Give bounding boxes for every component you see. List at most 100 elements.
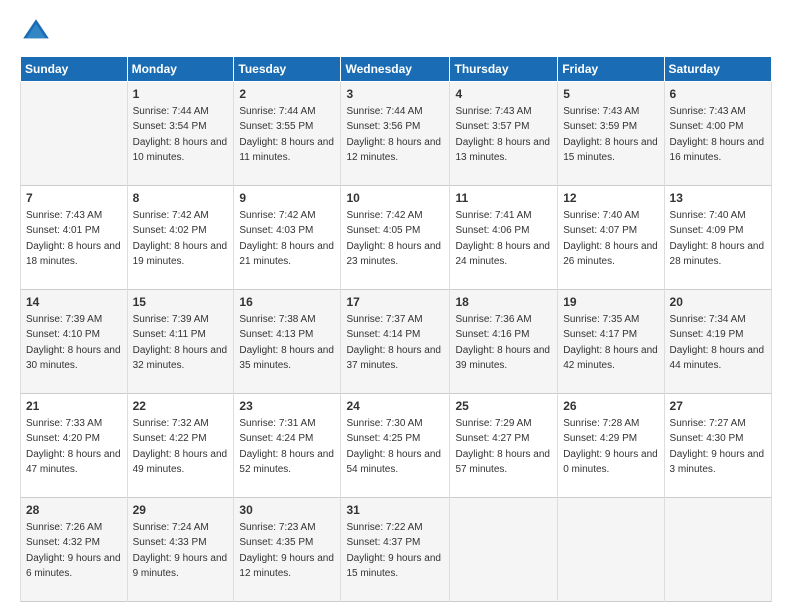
weekday-header-friday: Friday [558, 57, 664, 82]
calendar-week-row: 28 Sunrise: 7:26 AMSunset: 4:32 PMDayligh… [21, 498, 772, 602]
calendar-week-row: 21 Sunrise: 7:33 AMSunset: 4:20 PMDayligh… [21, 394, 772, 498]
day-info: Sunrise: 7:43 AMSunset: 3:57 PMDaylight:… [455, 106, 550, 164]
calendar-cell: 16Sunrise: 7:38 AMSunset: 4:13 PMDayligh… [234, 290, 341, 394]
day-info: Sunrise: 7:31 AMSunset: 4:24 PMDaylight:… [239, 418, 334, 476]
weekday-header-thursday: Thursday [450, 57, 558, 82]
calendar-cell: 18 Sunrise: 7:36 AMSunset: 4:16 PMDayligh… [450, 290, 558, 394]
day-info: Sunrise: 7:27 AMSunset: 4:30 PMDaylight:… [670, 418, 765, 476]
calendar-cell: 1 Sunrise: 7:44 AMSunset: 3:54 PMDaylight… [127, 82, 234, 186]
day-number: 27 [670, 398, 766, 415]
day-number: 15 [133, 294, 229, 311]
day-number: 8 [133, 190, 229, 207]
day-number: 4 [455, 86, 552, 103]
day-number: 22 [133, 398, 229, 415]
day-number: 20 [670, 294, 766, 311]
day-number: 3 [346, 86, 444, 103]
calendar-cell: 24 Sunrise: 7:30 AMSunset: 4:25 PMDayligh… [341, 394, 450, 498]
day-info: Sunrise: 7:40 AMSunset: 4:09 PMDaylight:… [670, 210, 765, 268]
day-info: Sunrise: 7:34 AMSunset: 4:19 PMDaylight:… [670, 314, 765, 372]
day-info: Sunrise: 7:30 AMSunset: 4:25 PMDaylight:… [346, 418, 441, 476]
day-info: Sunrise: 7:43 AMSunset: 4:00 PMDaylight:… [670, 106, 765, 164]
day-number: 28 [26, 502, 122, 519]
calendar-cell: 17 Sunrise: 7:37 AMSunset: 4:14 PMDayligh… [341, 290, 450, 394]
day-info: Sunrise: 7:44 AMSunset: 3:55 PMDaylight:… [239, 106, 334, 164]
day-info: Sunrise: 7:33 AMSunset: 4:20 PMDaylight:… [26, 418, 121, 476]
calendar-cell: 19 Sunrise: 7:35 AMSunset: 4:17 PMDayligh… [558, 290, 664, 394]
day-number: 19 [563, 294, 658, 311]
calendar-cell: 13 Sunrise: 7:40 AMSunset: 4:09 PMDayligh… [664, 186, 771, 290]
day-number: 23 [239, 398, 335, 415]
calendar-cell: 2 Sunrise: 7:44 AMSunset: 3:55 PMDaylight… [234, 82, 341, 186]
day-info: Sunrise: 7:43 AMSunset: 3:59 PMDaylight:… [563, 106, 658, 164]
day-info: Sunrise: 7:24 AMSunset: 4:33 PMDaylight:… [133, 522, 228, 580]
day-info: Sunrise: 7:29 AMSunset: 4:27 PMDaylight:… [455, 418, 550, 476]
day-info: Sunrise: 7:26 AMSunset: 4:32 PMDaylight:… [26, 522, 121, 580]
weekday-header-sunday: Sunday [21, 57, 128, 82]
calendar-cell: 31 Sunrise: 7:22 AMSunset: 4:37 PMDayligh… [341, 498, 450, 602]
day-number: 10 [346, 190, 444, 207]
day-info: Sunrise: 7:42 AMSunset: 4:05 PMDaylight:… [346, 210, 441, 268]
calendar-cell [450, 498, 558, 602]
calendar-cell [558, 498, 664, 602]
weekday-header-monday: Monday [127, 57, 234, 82]
calendar-cell: 14Sunrise: 7:39 AMSunset: 4:10 PMDayligh… [21, 290, 128, 394]
day-number: 24 [346, 398, 444, 415]
day-info: Sunrise: 7:44 AMSunset: 3:56 PMDaylight:… [346, 106, 441, 164]
weekday-header-tuesday: Tuesday [234, 57, 341, 82]
calendar-week-row: 7Sunrise: 7:43 AMSunset: 4:01 PMDaylight… [21, 186, 772, 290]
calendar-cell: 27 Sunrise: 7:27 AMSunset: 4:30 PMDayligh… [664, 394, 771, 498]
day-number: 6 [670, 86, 766, 103]
calendar-cell: 11 Sunrise: 7:41 AMSunset: 4:06 PMDayligh… [450, 186, 558, 290]
weekday-header-wednesday: Wednesday [341, 57, 450, 82]
calendar-cell [21, 82, 128, 186]
day-number: 16 [239, 294, 335, 311]
calendar-cell: 7Sunrise: 7:43 AMSunset: 4:01 PMDaylight… [21, 186, 128, 290]
calendar-cell: 20 Sunrise: 7:34 AMSunset: 4:19 PMDayligh… [664, 290, 771, 394]
day-info: Sunrise: 7:23 AMSunset: 4:35 PMDaylight:… [239, 522, 334, 580]
day-number: 21 [26, 398, 122, 415]
day-info: Sunrise: 7:44 AMSunset: 3:54 PMDaylight:… [133, 106, 228, 164]
calendar-cell: 5 Sunrise: 7:43 AMSunset: 3:59 PMDaylight… [558, 82, 664, 186]
day-number: 17 [346, 294, 444, 311]
logo [20, 16, 56, 48]
day-info: Sunrise: 7:37 AMSunset: 4:14 PMDaylight:… [346, 314, 441, 372]
day-info: Sunrise: 7:36 AMSunset: 4:16 PMDaylight:… [455, 314, 550, 372]
calendar-cell: 30Sunrise: 7:23 AMSunset: 4:35 PMDayligh… [234, 498, 341, 602]
day-info: Sunrise: 7:28 AMSunset: 4:29 PMDaylight:… [563, 418, 658, 476]
day-number: 2 [239, 86, 335, 103]
day-number: 11 [455, 190, 552, 207]
calendar-cell: 15Sunrise: 7:39 AMSunset: 4:11 PMDayligh… [127, 290, 234, 394]
day-info: Sunrise: 7:42 AMSunset: 4:03 PMDaylight:… [239, 210, 334, 268]
header [20, 16, 772, 48]
calendar-cell: 26Sunrise: 7:28 AMSunset: 4:29 PMDayligh… [558, 394, 664, 498]
day-number: 18 [455, 294, 552, 311]
calendar-cell: 10 Sunrise: 7:42 AMSunset: 4:05 PMDayligh… [341, 186, 450, 290]
day-number: 9 [239, 190, 335, 207]
day-number: 13 [670, 190, 766, 207]
calendar-cell: 21 Sunrise: 7:33 AMSunset: 4:20 PMDayligh… [21, 394, 128, 498]
day-info: Sunrise: 7:32 AMSunset: 4:22 PMDaylight:… [133, 418, 228, 476]
page: SundayMondayTuesdayWednesdayThursdayFrid… [0, 0, 792, 612]
day-info: Sunrise: 7:22 AMSunset: 4:37 PMDaylight:… [346, 522, 441, 580]
day-info: Sunrise: 7:35 AMSunset: 4:17 PMDaylight:… [563, 314, 658, 372]
calendar-cell: 8 Sunrise: 7:42 AMSunset: 4:02 PMDaylight… [127, 186, 234, 290]
calendar-cell: 9 Sunrise: 7:42 AMSunset: 4:03 PMDaylight… [234, 186, 341, 290]
day-info: Sunrise: 7:40 AMSunset: 4:07 PMDaylight:… [563, 210, 658, 268]
calendar-cell: 23 Sunrise: 7:31 AMSunset: 4:24 PMDayligh… [234, 394, 341, 498]
calendar-cell: 3 Sunrise: 7:44 AMSunset: 3:56 PMDaylight… [341, 82, 450, 186]
day-number: 5 [563, 86, 658, 103]
calendar-header-row: SundayMondayTuesdayWednesdayThursdayFrid… [21, 57, 772, 82]
day-number: 14 [26, 294, 122, 311]
calendar-week-row: 14Sunrise: 7:39 AMSunset: 4:10 PMDayligh… [21, 290, 772, 394]
day-info: Sunrise: 7:43 AMSunset: 4:01 PMDaylight:… [26, 210, 121, 268]
day-info: Sunrise: 7:42 AMSunset: 4:02 PMDaylight:… [133, 210, 228, 268]
day-number: 1 [133, 86, 229, 103]
calendar-cell [664, 498, 771, 602]
calendar-cell: 29Sunrise: 7:24 AMSunset: 4:33 PMDayligh… [127, 498, 234, 602]
calendar-table: SundayMondayTuesdayWednesdayThursdayFrid… [20, 56, 772, 602]
calendar-week-row: 1 Sunrise: 7:44 AMSunset: 3:54 PMDaylight… [21, 82, 772, 186]
weekday-header-saturday: Saturday [664, 57, 771, 82]
day-number: 31 [346, 502, 444, 519]
day-info: Sunrise: 7:41 AMSunset: 4:06 PMDaylight:… [455, 210, 550, 268]
calendar-cell: 12Sunrise: 7:40 AMSunset: 4:07 PMDayligh… [558, 186, 664, 290]
